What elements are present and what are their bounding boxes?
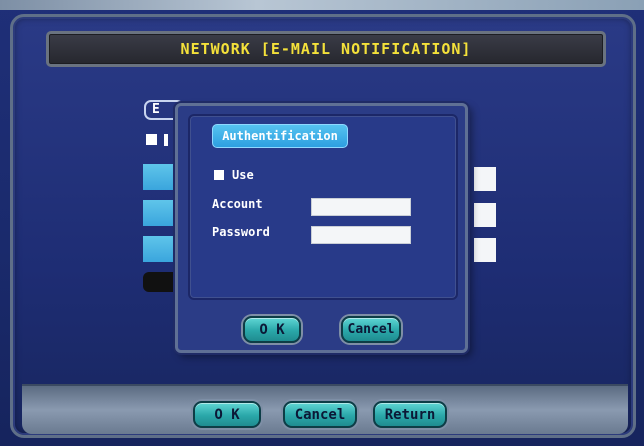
ok-button-label: O K	[214, 406, 240, 423]
background-button-fragment[interactable]	[143, 272, 179, 292]
account-label: Account	[212, 197, 263, 211]
page-title-bar: NETWORK [E-MAIL NOTIFICATION]	[46, 31, 606, 67]
dvr-screen: NETWORK [E-MAIL NOTIFICATION] E Authenti…	[0, 0, 644, 446]
dialog-cancel-label: Cancel	[347, 322, 395, 337]
dialog-ok-label: O K	[259, 321, 285, 338]
cancel-button[interactable]: Cancel	[283, 401, 357, 428]
password-field[interactable]	[311, 226, 411, 244]
top-bezel	[0, 0, 644, 10]
return-button-label: Return	[384, 406, 436, 423]
background-input-field[interactable]	[474, 203, 496, 227]
background-label-box	[143, 200, 179, 226]
dialog-cancel-button[interactable]: Cancel	[341, 316, 401, 343]
cancel-button-label: Cancel	[294, 406, 346, 423]
page-title: NETWORK [E-MAIL NOTIFICATION]	[180, 40, 472, 58]
account-field[interactable]	[311, 198, 411, 216]
password-label: Password	[212, 225, 270, 239]
tab-authentification-label: Authentification	[222, 129, 338, 143]
use-label: Use	[232, 168, 254, 182]
return-button[interactable]: Return	[373, 401, 447, 428]
background-input-field[interactable]	[474, 167, 496, 191]
background-checkbox-label-fragment	[164, 134, 168, 146]
ok-button[interactable]: O K	[193, 401, 261, 428]
use-checkbox[interactable]	[214, 170, 224, 180]
tab-authentification[interactable]: Authentification	[212, 124, 348, 148]
background-input-field[interactable]	[474, 238, 496, 262]
background-label-box	[143, 164, 179, 190]
background-label-box	[143, 236, 179, 262]
background-checkbox[interactable]	[146, 134, 157, 145]
dialog-ok-button[interactable]: O K	[243, 316, 301, 343]
